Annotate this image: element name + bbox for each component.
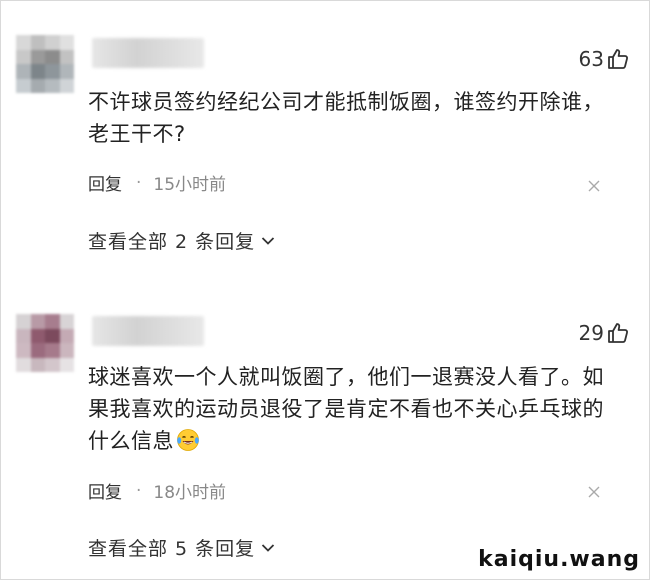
view-replies-label: 查看全部 5 条回复	[88, 538, 256, 560]
timestamp: 15小时前	[153, 175, 227, 195]
reply-button[interactable]: 回复	[88, 478, 122, 503]
view-replies-button[interactable]: 查看全部 5 条回复	[88, 534, 275, 561]
chevron-down-icon	[262, 543, 275, 552]
avatar[interactable]	[16, 35, 74, 93]
comment-text-body: 球迷喜欢一个人就叫饭圈了，他们一退赛没人看了。如果我喜欢的运动员退役了是肯定不看…	[88, 365, 604, 453]
comment-meta: 回复 · 15小时前	[88, 170, 227, 196]
close-icon[interactable]	[588, 486, 600, 498]
like-count: 63	[578, 47, 604, 71]
view-replies-label: 查看全部 2 条回复	[88, 231, 256, 253]
comment-text: 不许球员签约经纪公司才能抵制饭圈，谁签约开除谁，老王干不?	[88, 90, 604, 146]
chevron-down-icon	[262, 236, 275, 245]
close-icon[interactable]	[588, 180, 600, 192]
comment-meta: 回复 · 18小时前	[88, 478, 227, 504]
watermark: kaiqiu.wang	[478, 547, 640, 572]
username-blurred[interactable]	[92, 316, 204, 346]
laughing-crying-emoji-icon	[177, 429, 199, 451]
reply-button[interactable]: 回复	[88, 170, 122, 195]
thumbs-up-icon[interactable]	[606, 321, 630, 345]
timestamp: 18小时前	[153, 483, 227, 503]
separator-dot: ·	[136, 172, 142, 193]
username-blurred[interactable]	[92, 38, 204, 68]
comment-text: 球迷喜欢一个人就叫饭圈了，他们一退赛没人看了。如果我喜欢的运动员退役了是肯定不看…	[88, 361, 608, 457]
avatar[interactable]	[16, 314, 74, 372]
separator-dot: ·	[136, 480, 142, 501]
view-replies-button[interactable]: 查看全部 2 条回复	[88, 227, 275, 254]
thumbs-up-icon[interactable]	[606, 47, 630, 71]
like-count: 29	[578, 321, 604, 345]
